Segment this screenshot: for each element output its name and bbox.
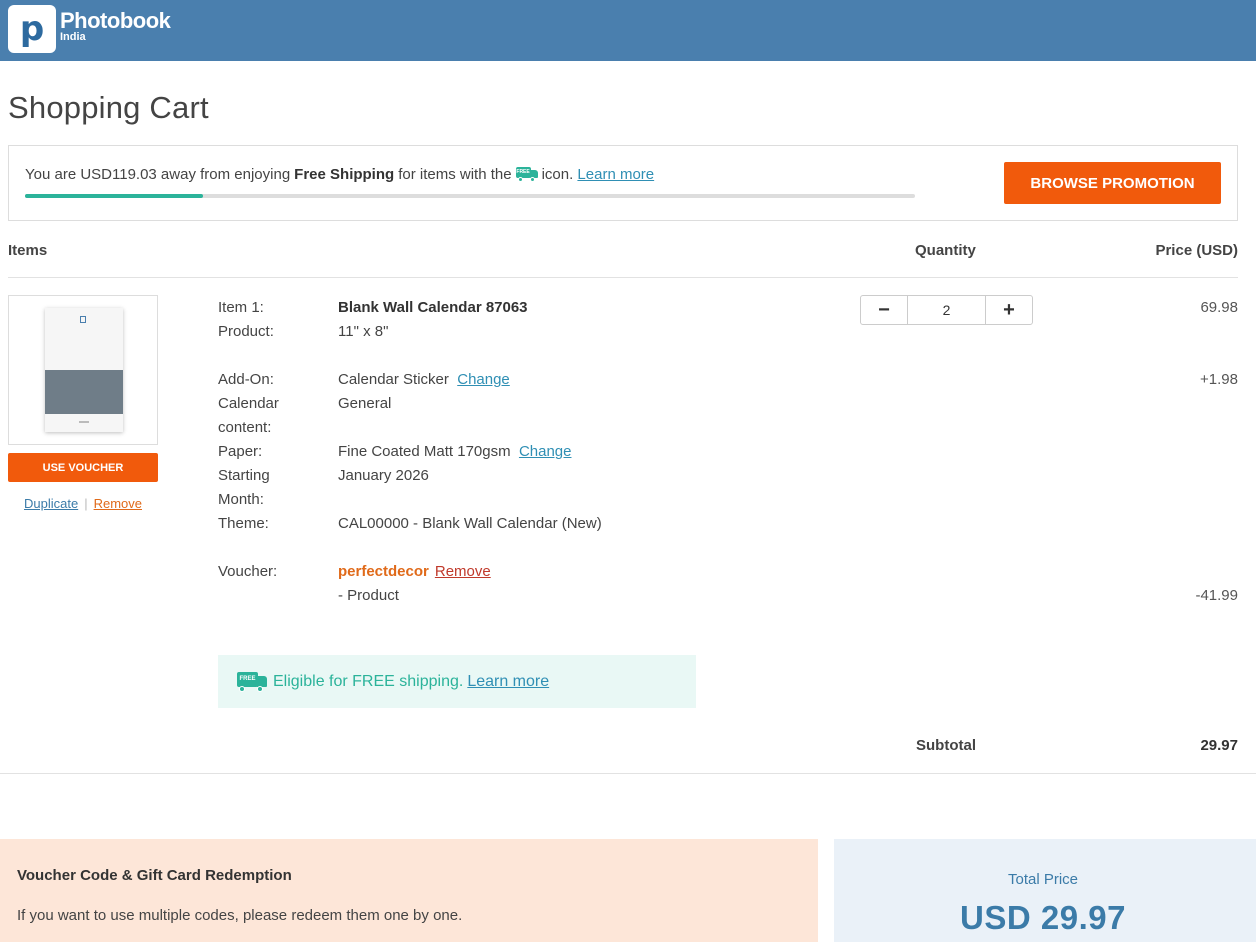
start-month-value: January 2026 — [338, 467, 429, 484]
voucher-panel-description: If you want to use multiple codes, pleas… — [17, 907, 463, 924]
voucher-code: perfectdecor — [338, 563, 429, 580]
learn-more-link[interactable]: Learn more — [467, 673, 549, 691]
brand-logo[interactable]: Photobook India — [60, 8, 171, 43]
logo-icon[interactable]: p — [8, 5, 56, 53]
theme-label: Theme: — [218, 515, 269, 532]
product-value: 11" x 8" — [338, 323, 389, 340]
item-actions: Duplicate | Remove — [23, 496, 142, 511]
voucher-note: - Product — [338, 587, 399, 604]
quantity-input[interactable]: 2 — [907, 296, 986, 324]
header-divider — [8, 277, 1238, 278]
change-addon-link[interactable]: Change — [457, 371, 510, 388]
page-title: Shopping Cart — [8, 90, 209, 125]
item-price: 69.98 — [1200, 299, 1238, 316]
product-thumbnail[interactable] — [8, 295, 158, 445]
shipping-message: You are USD119.03 away from enjoying Fre… — [25, 166, 655, 183]
quantity-column-header: Quantity — [915, 242, 976, 259]
price-column-header: Price (USD) — [1155, 242, 1238, 259]
start-month-label: Starting — [218, 467, 270, 484]
decrease-quantity-button[interactable]: − — [861, 296, 907, 324]
start-month-label-cont: Month: — [218, 491, 264, 508]
free-shipping-banner: You are USD119.03 away from enjoying Fre… — [8, 145, 1238, 221]
calendar-preview-image — [45, 308, 123, 432]
free-shipping-eligible-box: FREE Eligible for FREE shipping. Learn mo… — [218, 655, 696, 708]
addon-price: +1.98 — [1200, 371, 1238, 388]
free-truck-icon: FREE — [237, 671, 267, 692]
shipping-progress-fill — [25, 194, 203, 198]
subtotal-label: Subtotal — [916, 737, 976, 754]
increase-quantity-button[interactable]: + — [986, 296, 1032, 324]
item-name: Blank Wall Calendar 87063 — [338, 299, 528, 316]
learn-more-link[interactable]: Learn more — [577, 166, 654, 183]
voucher-panel-title: Voucher Code & Gift Card Redemption — [17, 867, 292, 884]
site-header: p Photobook India — [0, 0, 1256, 61]
total-price-value: USD 29.97 — [960, 899, 1126, 936]
subtotal-value: 29.97 — [1200, 737, 1238, 754]
paper-label: Paper: — [218, 443, 263, 460]
content-label: Calendar — [218, 395, 279, 412]
quantity-stepper: − 2 + — [860, 295, 1033, 325]
shipping-progress-bar — [25, 194, 915, 198]
items-column-header: Items — [8, 242, 48, 259]
theme-value: CAL00000 - Blank Wall Calendar (New) — [338, 515, 602, 532]
voucher-value: perfectdecor Remove — [338, 560, 491, 584]
brand-name: Photobook — [60, 8, 171, 33]
use-voucher-button[interactable]: USE VOUCHER — [8, 453, 158, 482]
brand-sub: India — [60, 31, 86, 43]
total-price-panel: Total Price USD 29.97 — [834, 839, 1256, 942]
addon-label: Add-On: — [218, 371, 274, 388]
content-label-cont: content: — [218, 419, 272, 436]
voucher-discount: -41.99 — [1195, 587, 1238, 604]
voucher-redemption-panel: Voucher Code & Gift Card Redemption If y… — [0, 839, 818, 942]
duplicate-link[interactable]: Duplicate — [24, 496, 78, 511]
browse-promotion-button[interactable]: BROWSE PROMOTION — [1004, 162, 1221, 204]
remove-item-link[interactable]: Remove — [94, 496, 142, 511]
addon-value: Calendar Sticker Change — [338, 371, 510, 388]
product-label: Product: — [218, 323, 274, 340]
voucher-label: Voucher: — [218, 563, 278, 580]
cart-bottom-divider — [0, 773, 1256, 774]
remove-voucher-link[interactable]: Remove — [435, 563, 491, 580]
change-paper-link[interactable]: Change — [519, 443, 572, 460]
item-label: Item 1: — [218, 299, 264, 316]
free-truck-icon: FREE — [515, 167, 538, 182]
content-value: General — [338, 395, 392, 412]
paper-value: Fine Coated Matt 170gsm Change — [338, 443, 572, 460]
total-price-label: Total Price — [1007, 871, 1079, 888]
